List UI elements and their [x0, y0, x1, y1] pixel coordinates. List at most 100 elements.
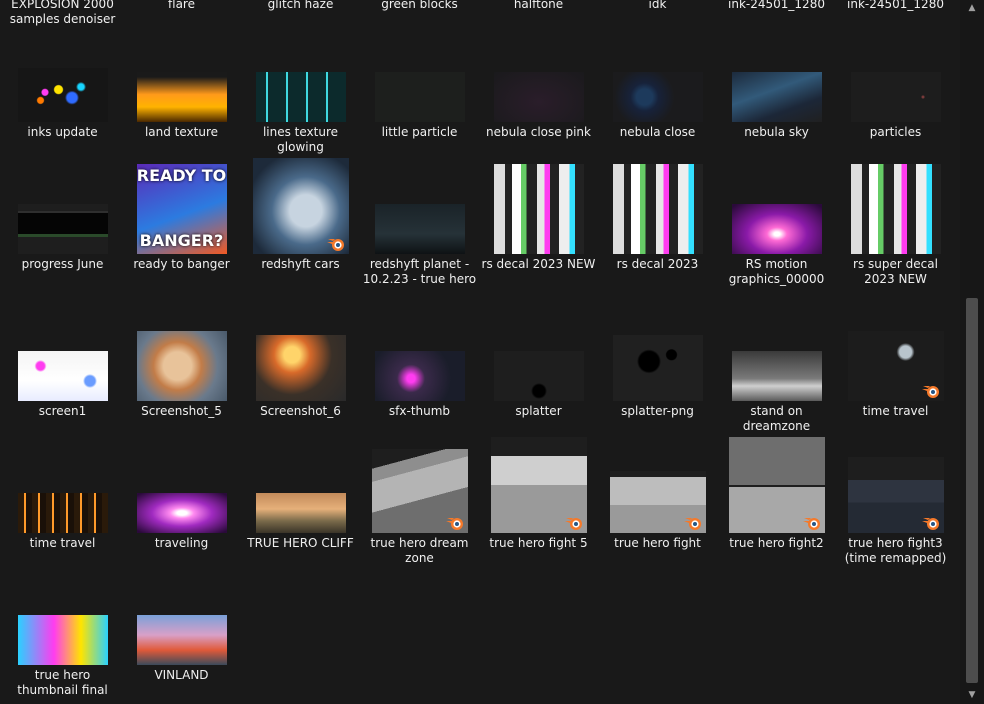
- file-thumbnail[interactable]: [371, 449, 468, 533]
- file-item[interactable]: splatter: [479, 351, 598, 419]
- file-item[interactable]: screen1: [3, 351, 122, 419]
- file-thumbnail[interactable]: [17, 493, 108, 533]
- file-label: progress June: [21, 257, 104, 271]
- file-thumbnail[interactable]: [612, 335, 703, 401]
- file-label: splatter-png: [621, 404, 694, 418]
- scroll-up-arrow-icon[interactable]: ▲: [960, 0, 984, 17]
- file-item[interactable]: nebula close pink: [479, 72, 598, 140]
- file-item[interactable]: little particle: [360, 72, 479, 140]
- file-label: TRUE HERO CLIFF: [247, 536, 354, 550]
- file-label: traveling: [154, 536, 209, 550]
- file-item[interactable]: Screenshot_5: [122, 331, 241, 419]
- file-item[interactable]: true hero fight2: [717, 437, 836, 551]
- file-item[interactable]: rs super decal 2023 NEW: [836, 164, 955, 286]
- file-item[interactable]: nebula sky: [717, 72, 836, 140]
- file-label: Screenshot_5: [141, 404, 222, 418]
- file-thumbnail[interactable]: [612, 164, 703, 254]
- thumbnail-image: [612, 164, 703, 254]
- file-thumbnail[interactable]: [374, 351, 465, 401]
- file-label: true hero fight3 (time remapped): [844, 536, 947, 565]
- file-item[interactable]: sfx-thumb: [360, 351, 479, 419]
- file-item[interactable]: TRUE HERO CLIFF: [241, 493, 360, 551]
- file-thumbnail[interactable]: [374, 72, 465, 122]
- file-thumbnail[interactable]: [17, 351, 108, 401]
- file-thumbnail[interactable]: [850, 164, 941, 254]
- file-label: nebula close: [619, 125, 696, 139]
- file-thumbnail[interactable]: [493, 72, 584, 122]
- file-label[interactable]: flare: [122, 0, 241, 12]
- file-item[interactable]: land texture: [122, 72, 241, 140]
- file-thumbnail[interactable]: [731, 351, 822, 401]
- file-thumbnail[interactable]: [731, 72, 822, 122]
- file-item[interactable]: rs decal 2023 NEW: [479, 164, 598, 272]
- file-item[interactable]: lines texture glowing: [241, 72, 360, 154]
- file-label: inks update: [27, 125, 98, 139]
- file-item[interactable]: inks update: [3, 68, 122, 140]
- file-thumbnail[interactable]: [17, 68, 108, 122]
- file-thumbnail[interactable]: [612, 72, 703, 122]
- file-item[interactable]: time travel: [3, 493, 122, 551]
- file-label[interactable]: ink-24501_1280: [717, 0, 836, 12]
- file-label: true hero fight 5: [489, 536, 588, 550]
- file-label[interactable]: EXPLOSION 2000 samples denoiser: [3, 0, 122, 26]
- file-item[interactable]: Screenshot_6: [241, 335, 360, 419]
- thumbnail-image: [612, 72, 703, 122]
- file-thumbnail[interactable]: [731, 204, 822, 254]
- file-item[interactable]: nebula close: [598, 72, 717, 140]
- file-label: rs super decal 2023 NEW: [853, 257, 938, 286]
- file-thumbnail[interactable]: [847, 331, 944, 401]
- file-label[interactable]: ink-24501_1280: [836, 0, 955, 12]
- file-item[interactable]: stand on dreamzone: [717, 351, 836, 433]
- file-item[interactable]: VINLAND: [122, 615, 241, 683]
- file-thumbnail[interactable]: [493, 164, 584, 254]
- file-item[interactable]: true hero thumbnail final: [3, 615, 122, 697]
- file-thumbnail[interactable]: [252, 158, 349, 254]
- file-item[interactable]: progress June: [3, 204, 122, 272]
- blender-icon: [564, 515, 585, 531]
- file-thumbnail[interactable]: [609, 471, 706, 533]
- file-thumbnail[interactable]: [17, 204, 108, 254]
- file-thumbnail[interactable]: [493, 351, 584, 401]
- thumbnail-image: [374, 351, 465, 401]
- file-item[interactable]: particles: [836, 72, 955, 140]
- thumbnail-image: [731, 204, 822, 254]
- file-thumbnail[interactable]: [847, 457, 944, 533]
- file-thumbnail[interactable]: READY TO BANGER?: [136, 164, 227, 254]
- file-label: true hero fight: [614, 536, 701, 550]
- file-thumbnail[interactable]: [255, 72, 346, 122]
- file-label: true hero fight2: [729, 536, 824, 550]
- file-item[interactable]: rs decal 2023: [598, 164, 717, 272]
- file-thumbnail[interactable]: [136, 331, 227, 401]
- file-thumbnail[interactable]: [850, 72, 941, 122]
- file-thumbnail[interactable]: [374, 204, 465, 254]
- file-item[interactable]: true hero fight3 (time remapped): [836, 457, 955, 565]
- file-thumbnail[interactable]: [136, 72, 227, 122]
- file-label[interactable]: glitch haze: [241, 0, 360, 12]
- scrollbar-thumb[interactable]: [966, 298, 978, 683]
- file-thumbnail[interactable]: [17, 615, 108, 665]
- thumbnail-image: [136, 331, 227, 401]
- file-thumbnail[interactable]: [255, 493, 346, 533]
- file-thumbnail[interactable]: [255, 335, 346, 401]
- file-item[interactable]: true hero fight 5: [479, 437, 598, 551]
- file-thumbnail[interactable]: [490, 437, 587, 533]
- file-item[interactable]: splatter-png: [598, 335, 717, 419]
- file-item[interactable]: true hero dream zone: [360, 449, 479, 565]
- file-thumbnail[interactable]: [136, 493, 227, 533]
- scroll-down-arrow-icon[interactable]: ▼: [960, 687, 984, 704]
- file-thumbnail[interactable]: [728, 437, 825, 533]
- file-label: Screenshot_6: [260, 404, 341, 418]
- file-item[interactable]: traveling: [122, 493, 241, 551]
- vertical-scrollbar[interactable]: ▲ ▼: [960, 0, 984, 704]
- file-item[interactable]: true hero fight: [598, 471, 717, 551]
- file-label[interactable]: halftone: [479, 0, 598, 12]
- file-item[interactable]: READY TO BANGER? ready to banger: [122, 164, 241, 272]
- file-item[interactable]: redshyft planet - 10.2.23 - true hero: [360, 204, 479, 286]
- file-label: particles: [869, 125, 922, 139]
- file-label[interactable]: idk: [598, 0, 717, 12]
- file-item[interactable]: RS motion graphics_00000: [717, 204, 836, 286]
- file-item[interactable]: time travel: [836, 331, 955, 419]
- file-thumbnail[interactable]: [136, 615, 227, 665]
- file-label[interactable]: green blocks: [360, 0, 479, 12]
- file-item[interactable]: redshyft cars: [241, 158, 360, 272]
